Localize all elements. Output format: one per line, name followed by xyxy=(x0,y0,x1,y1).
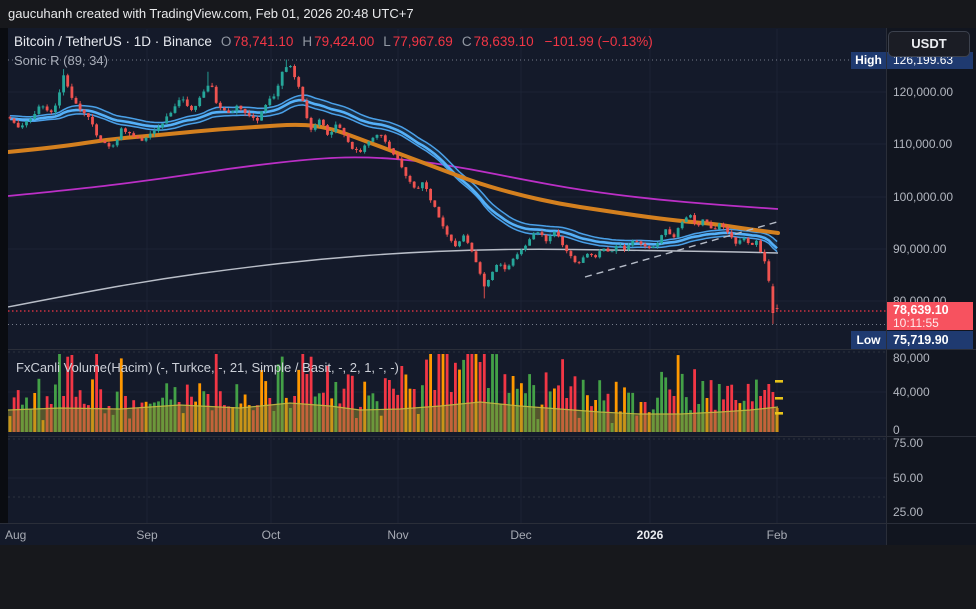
high-label-badge: High xyxy=(851,52,886,69)
ohlc-letter: C xyxy=(461,34,472,49)
last-price-badge: 78,639.10 10:11:55 xyxy=(887,302,973,330)
last-price-value: 78,639.10 xyxy=(893,303,949,317)
low-label-badge: Low xyxy=(851,331,886,349)
price-axis-label: 80,000 xyxy=(893,351,930,365)
attribution-bar: gaucuhanh created with TradingView.com, … xyxy=(0,0,976,28)
price-level-lines xyxy=(8,59,886,325)
time-axis-label: Dec xyxy=(510,528,532,542)
price-axis-label: 75.00 xyxy=(893,436,924,450)
price-axis-label: 90,000.00 xyxy=(893,242,947,256)
price-axis-label: 110,000.00 xyxy=(893,137,953,151)
ema89-line xyxy=(8,122,780,235)
ohlc-value: 77,967.69 xyxy=(392,34,453,49)
price-axis-label: 0 xyxy=(893,423,900,437)
ohlc-letter: O xyxy=(220,34,232,49)
time-axis-label: Sep xyxy=(136,528,158,542)
tradingview-chart-screenshot: gaucuhanh created with TradingView.com, … xyxy=(0,0,976,609)
volume-level-mark xyxy=(775,412,783,415)
ohlc-letter: H xyxy=(302,34,313,49)
main-pane xyxy=(8,59,780,324)
ema200-line xyxy=(8,156,779,210)
time-axis-label: Aug xyxy=(5,528,27,542)
footer-bar: TradingView ❖ @ Hathuy xyxy=(0,545,976,609)
ohlc-letter: L xyxy=(383,34,391,49)
volume-level-mark xyxy=(775,380,783,383)
ohlc-value: 78,741.10 xyxy=(233,34,294,49)
symbol-legend: Bitcoin / TetherUS · 1D · Binance O 78,741… xyxy=(14,34,655,49)
bar-countdown: 10:11:55 xyxy=(893,316,939,330)
ohlc-value: 78,639.10 xyxy=(473,34,534,49)
attribution-text: gaucuhanh created with TradingView.com, … xyxy=(8,6,414,21)
indicator-legend-volume[interactable]: FxCanli Volume(Hacim) (-, Turkce, -, 21,… xyxy=(16,360,399,375)
price-axis-label: 25.00 xyxy=(893,505,924,519)
price-axis-label: 120,000.00 xyxy=(893,85,954,99)
sonicr-mid-line xyxy=(9,98,778,250)
sonicr-dragon-fill xyxy=(10,95,778,252)
time-axis-label: 2026 xyxy=(636,528,664,542)
grid-lines xyxy=(8,29,886,523)
ohlc-value: 79,424.00 xyxy=(314,34,375,49)
indicator-legend-sonic-r[interactable]: Sonic R (89, 34) xyxy=(14,53,108,68)
chart-canvas[interactable] xyxy=(0,0,976,609)
currency-toggle-button[interactable]: USDT xyxy=(888,31,970,57)
low-value-badge: 75,719.90 xyxy=(887,331,973,349)
time-axis-label: Feb xyxy=(766,528,788,542)
left-margin xyxy=(0,28,8,523)
change-value: −101.99 (−0.13%) xyxy=(544,34,653,49)
price-axis-label: 40,000 xyxy=(893,385,930,399)
time-axis-label: Oct xyxy=(261,528,281,542)
ohlc-values: O 78,741.10 H 79,424.00 L 77,967.69 C 78,639.10 xyxy=(221,34,543,49)
candles-layer xyxy=(8,59,779,324)
symbol-title[interactable]: Bitcoin / TetherUS · 1D · Binance xyxy=(14,34,212,49)
price-axis-label: 100,000.00 xyxy=(893,190,954,204)
volume-level-mark xyxy=(775,397,783,400)
time-axis-label: Nov xyxy=(387,528,409,542)
price-axis-label: 50.00 xyxy=(893,471,924,485)
long-ma-line xyxy=(8,248,779,308)
